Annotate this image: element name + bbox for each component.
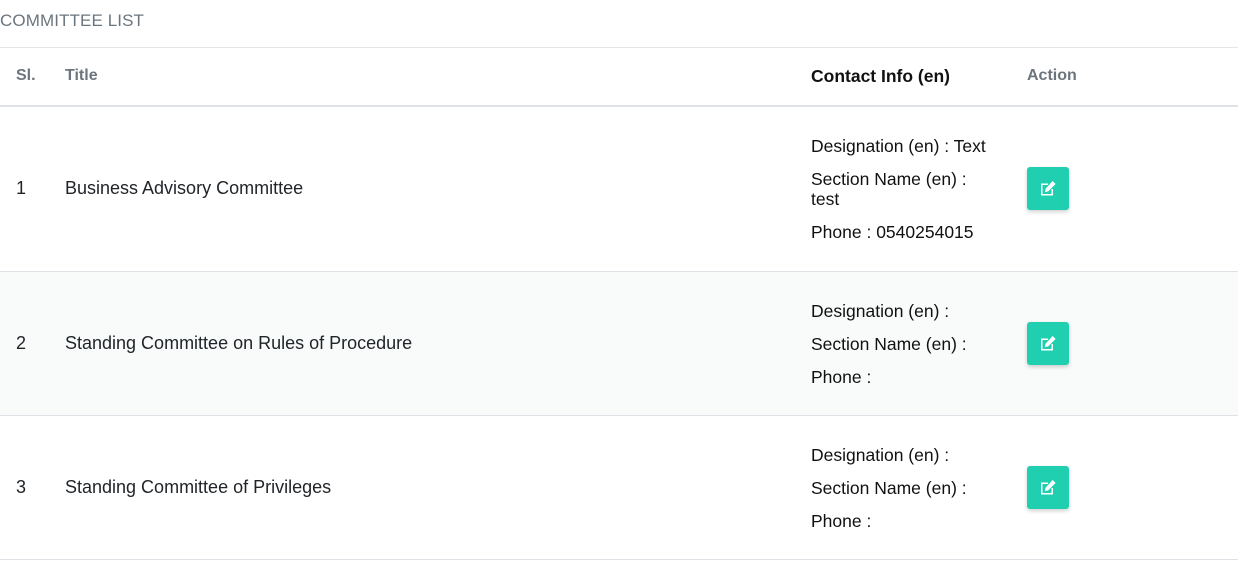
row-serial: 1 xyxy=(16,178,27,199)
contact-section: Section Name (en) : xyxy=(811,477,967,498)
column-header-contact: Contact Info (en) xyxy=(811,66,951,87)
column-header-action: Action xyxy=(1027,67,1077,85)
row-action xyxy=(1027,416,1238,560)
contact-phone: Phone : 0540254015 xyxy=(811,221,974,242)
contact-phone: Phone : xyxy=(811,510,872,531)
row-serial: 3 xyxy=(16,477,27,497)
contact-section: Section Name (en) : xyxy=(811,333,967,354)
contact-designation: Designation (en) : xyxy=(811,444,950,465)
edit-button[interactable] xyxy=(1027,167,1069,211)
table-row: 3 Standing Committee of Privileges Desig… xyxy=(0,416,1238,560)
edit-icon xyxy=(1041,336,1056,351)
contact-designation: Designation (en) : Text xyxy=(811,135,986,156)
edit-icon xyxy=(1041,480,1056,495)
row-action xyxy=(1027,272,1238,416)
table-header-row: Sl. Title Contact Info (en) Action xyxy=(0,47,1238,106)
row-action xyxy=(1027,106,1238,272)
page-title: COMMITTEE LIST xyxy=(0,11,145,30)
column-header-title: Title xyxy=(65,67,98,85)
row-contact-info: Designation (en) : Text Section Name (en… xyxy=(811,106,1027,272)
table-row: 1 Business Advisory Committee Designatio… xyxy=(0,106,1238,272)
row-title: Standing Committee on Rules of Procedure xyxy=(65,333,413,353)
row-contact-info: Designation (en) : Section Name (en) : P… xyxy=(811,272,1027,416)
edit-button[interactable] xyxy=(1027,466,1069,509)
contact-section: Section Name (en) : test xyxy=(811,168,967,209)
edit-button[interactable] xyxy=(1027,322,1069,365)
row-title: Standing Committee of Privileges xyxy=(65,477,332,497)
row-serial: 2 xyxy=(16,333,27,353)
table-row: 2 Standing Committee on Rules of Procedu… xyxy=(0,271,1238,416)
edit-icon xyxy=(1041,181,1056,196)
committee-table: Sl. Title Contact Info (en) Action 1 Bus… xyxy=(0,47,1238,560)
row-contact-info: Designation (en) : Section Name (en) : P… xyxy=(811,416,1027,560)
contact-phone: Phone : xyxy=(811,366,872,387)
contact-designation: Designation (en) : xyxy=(811,300,950,321)
column-header-sl: Sl. xyxy=(16,67,36,85)
row-title: Business Advisory Committee xyxy=(65,178,304,199)
